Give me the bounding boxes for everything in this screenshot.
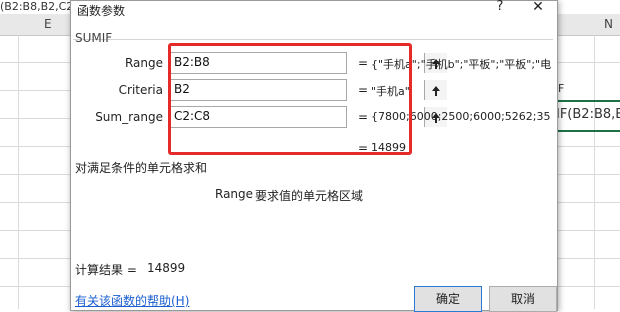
column-header-n[interactable]: N <box>604 17 613 31</box>
gridline <box>0 118 70 119</box>
param-description-text: 要求值的单元格区域 <box>255 189 364 203</box>
sum-range-label: Sum_range <box>95 110 163 124</box>
sum-preview-value: 14899 <box>371 141 406 154</box>
range-label: Range <box>124 56 163 70</box>
close-icon[interactable]: ✕ <box>529 0 547 15</box>
gridline <box>556 146 620 147</box>
function-arguments-dialog: 函数参数 ? ✕ SUMIF Range B2:B8 = {"手机a";"手机b… <box>70 0 558 312</box>
red-highlight-box <box>168 43 412 155</box>
gridline <box>594 35 595 309</box>
selected-cell-border <box>556 100 620 102</box>
result-label: 计算结果 = <box>75 263 137 277</box>
gridline <box>556 230 620 231</box>
function-description: 对满足条件的单元格求和 <box>75 161 208 175</box>
gridline <box>0 146 70 147</box>
param-description-name: Range <box>215 187 254 201</box>
ok-button[interactable]: 确定 <box>414 286 482 312</box>
cell-fragment-left: F <box>558 82 565 95</box>
column-header-e[interactable]: E <box>44 17 52 31</box>
column-header-strip-left <box>0 14 70 36</box>
selected-cell-border <box>556 130 620 132</box>
help-link[interactable]: 有关该函数的帮助(H) <box>75 292 189 309</box>
criteria-label: Criteria <box>118 83 163 97</box>
gridline <box>556 286 620 287</box>
help-button[interactable]: ? <box>491 0 509 14</box>
gridline <box>556 202 620 203</box>
dialog-titlebar[interactable]: 函数参数 ? ✕ <box>71 0 557 21</box>
gridline <box>0 62 70 63</box>
gridline <box>0 230 70 231</box>
gridline <box>556 62 620 63</box>
sum-equals: = <box>358 141 369 155</box>
gridline <box>556 174 620 175</box>
gridline <box>0 174 70 175</box>
gridline <box>0 90 70 91</box>
gridline <box>0 202 70 203</box>
gridline <box>0 258 70 259</box>
formula-bar-fragment[interactable]: (B2:B8,B2,C2:C8) <box>0 0 70 14</box>
cell-formula-fragment[interactable]: IF(B2:B8,B2, <box>556 107 620 122</box>
cancel-button[interactable]: 取消 <box>489 286 557 312</box>
result-value: 14899 <box>147 261 186 275</box>
function-name-label: SUMIF <box>75 31 113 45</box>
gridline <box>556 258 620 259</box>
dialog-title: 函数参数 <box>77 4 126 18</box>
gridline <box>0 286 70 287</box>
gridline <box>18 35 19 309</box>
